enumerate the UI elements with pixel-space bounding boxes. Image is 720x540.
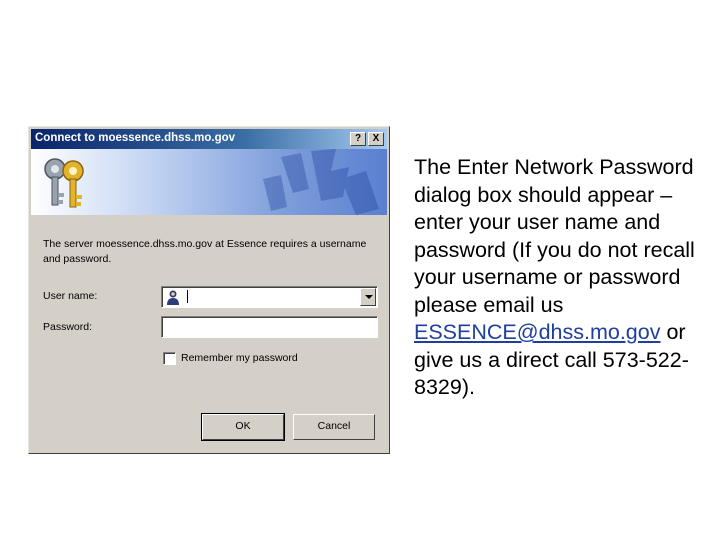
username-combo[interactable] bbox=[161, 286, 378, 308]
instruction-text: The Enter Network Password dialog box sh… bbox=[414, 154, 714, 402]
cancel-button[interactable]: Cancel bbox=[293, 414, 375, 440]
dialog-banner bbox=[31, 149, 387, 215]
keys-icon bbox=[44, 158, 84, 208]
ok-button[interactable]: OK bbox=[201, 413, 285, 441]
email-link[interactable]: ESSENCE@dhss.mo.gov bbox=[414, 320, 660, 344]
close-button[interactable]: X bbox=[368, 132, 384, 146]
password-input[interactable] bbox=[166, 319, 366, 335]
dialog-title-bar[interactable]: Connect to moessence.dhss.mo.gov ? X bbox=[31, 129, 387, 149]
dialog-prompt: The server moessence.dhss.mo.gov at Esse… bbox=[43, 238, 367, 265]
remember-password-checkbox[interactable] bbox=[163, 352, 176, 365]
text-caret bbox=[187, 290, 188, 303]
user-avatar-icon bbox=[167, 290, 179, 305]
instruction-text-part1: The Enter Network Password dialog box sh… bbox=[414, 155, 695, 317]
username-label: User name: bbox=[43, 290, 98, 302]
chevron-down-icon bbox=[365, 295, 373, 299]
username-input[interactable] bbox=[184, 289, 354, 305]
password-field[interactable] bbox=[161, 316, 378, 338]
username-dropdown-button[interactable] bbox=[360, 288, 376, 306]
dialog-title: Connect to moessence.dhss.mo.gov bbox=[35, 132, 236, 144]
help-button[interactable]: ? bbox=[350, 132, 366, 146]
network-password-dialog: Connect to moessence.dhss.mo.gov ? X The… bbox=[28, 126, 390, 454]
password-label: Password: bbox=[43, 321, 93, 333]
remember-password-label[interactable]: Remember my password bbox=[181, 352, 298, 364]
